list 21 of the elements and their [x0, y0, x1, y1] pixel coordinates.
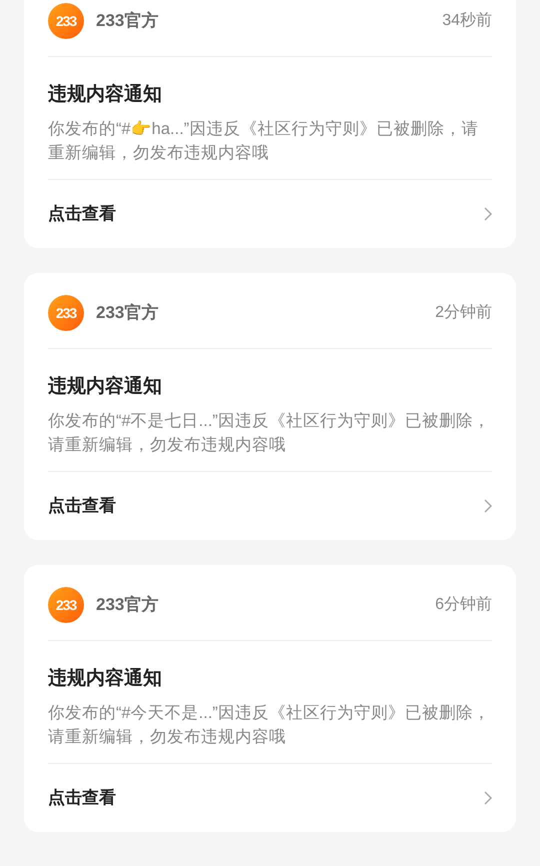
sender-name: 233官方: [96, 594, 158, 616]
timestamp: 2分钟前: [435, 303, 492, 323]
logo-icon: 233: [48, 3, 84, 39]
logo-icon: 233: [48, 295, 84, 331]
sender-name: 233官方: [96, 302, 158, 324]
chevron-right-icon: [484, 791, 492, 805]
chevron-right-icon: [484, 499, 492, 513]
notice-message: 你发布的“#今天不是...”因违反《社区行为守则》已被删除，请重新编辑，勿发布违规内容哦: [48, 703, 491, 748]
notice-message: 你发布的“#👉ha...”因违反《社区行为守则》已被删除，请重新编辑，勿发布违规内容哦: [48, 119, 480, 164]
timestamp: 6分钟前: [435, 595, 492, 615]
timestamp: 34秒前: [442, 11, 492, 31]
view-link[interactable]: 点击查看: [48, 764, 492, 832]
sender-name: 233官方: [96, 10, 158, 32]
notice-title: 违规内容通知: [48, 374, 163, 399]
view-link[interactable]: 点击查看: [48, 180, 492, 248]
notice-title: 违规内容通知: [48, 666, 163, 691]
notice-title: 违规内容通知: [48, 82, 163, 107]
logo-icon: 233: [48, 587, 84, 623]
chevron-right-icon: [484, 207, 492, 221]
view-link[interactable]: 点击查看: [48, 472, 492, 540]
notice-message: 你发布的“#不是七日...”因违反《社区行为守则》已被删除，请重新编辑，勿发布违规内容哦: [48, 411, 491, 456]
